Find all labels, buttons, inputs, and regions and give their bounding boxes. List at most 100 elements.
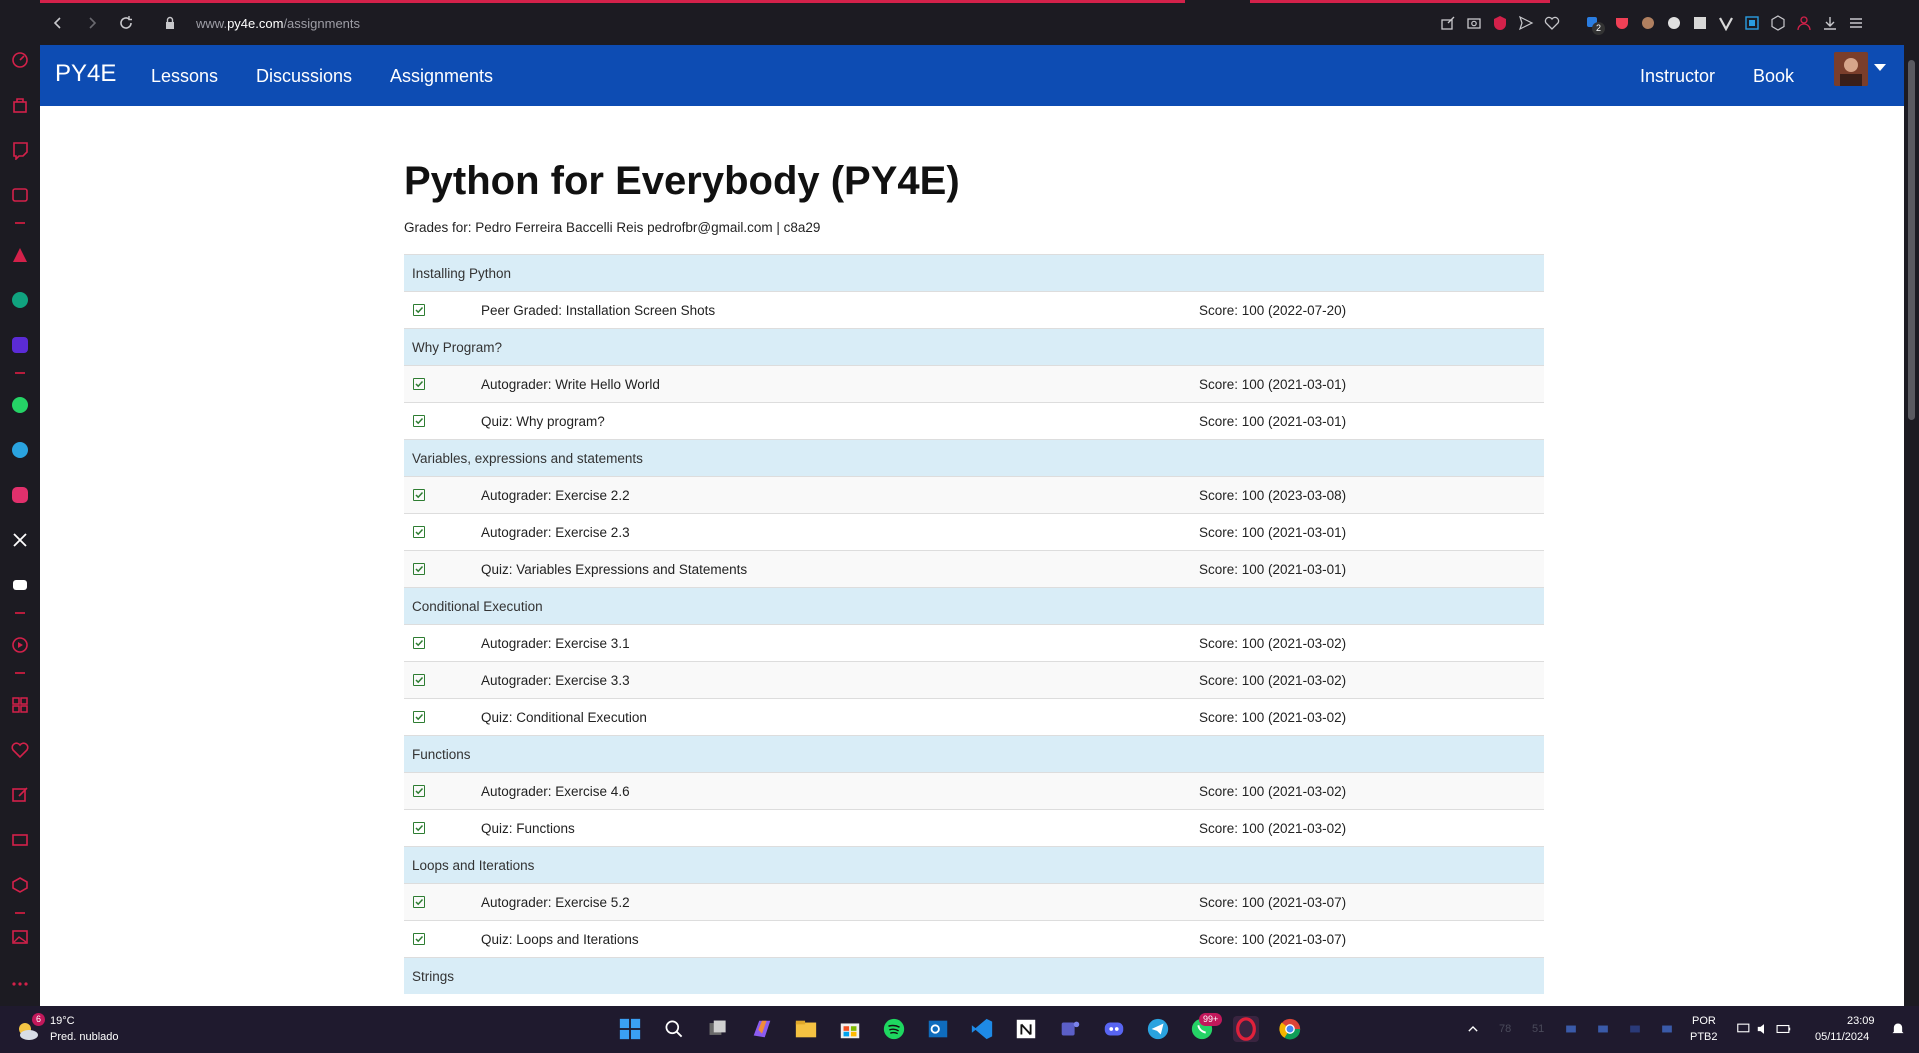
more-icon[interactable] [8,972,32,996]
assignment-title[interactable]: Peer Graded: Installation Screen Shots [481,303,715,318]
vivaldi-v-icon[interactable] [1717,14,1735,32]
pocket-icon[interactable] [1613,14,1631,32]
tray-app-icon[interactable] [1590,1016,1616,1042]
extension-face-icon[interactable] [1639,14,1657,32]
spotify-icon[interactable] [881,1016,907,1042]
cube-icon[interactable] [1769,14,1787,32]
nav-book[interactable]: Book [1753,66,1794,87]
clock-date[interactable]: 05/11/2024 [1815,1031,1869,1043]
copilot-icon[interactable] [749,1016,775,1042]
game-icon[interactable] [8,183,32,207]
address-bar[interactable]: www.py4e.com/assignments [196,16,360,31]
bookmark-heart-icon[interactable] [1543,14,1561,32]
image-icon[interactable] [8,925,32,949]
chevron-down-icon[interactable] [1874,64,1886,71]
vscode-icon[interactable] [969,1016,995,1042]
assignment-title[interactable]: Autograder: Exercise 3.1 [481,636,630,651]
telegram-icon[interactable] [1145,1016,1171,1042]
store-icon[interactable] [837,1016,863,1042]
workspaces-icon[interactable] [8,693,32,717]
windows-start-icon[interactable] [617,1016,643,1042]
file-explorer-icon[interactable] [793,1016,819,1042]
tray-app-1[interactable]: 78 [1499,1023,1511,1035]
browser-toolbar: www.py4e.com/assignments 2 [40,0,1919,45]
nav-instructor[interactable]: Instructor [1640,66,1715,87]
assignment-title[interactable]: Autograder: Exercise 3.3 [481,673,630,688]
opera-icon[interactable] [1233,1016,1259,1042]
keyboard-indicator[interactable]: PTB2 [1690,1031,1718,1043]
outlook-icon[interactable] [925,1016,951,1042]
lock-icon[interactable] [160,13,180,33]
tray-app-icon[interactable] [1622,1016,1648,1042]
task-view-icon[interactable] [705,1016,731,1042]
section-title: Why Program? [412,340,503,355]
nav-assignments[interactable]: Assignments [390,66,493,87]
player-icon[interactable] [8,633,32,657]
whatsapp-icon[interactable] [8,393,32,417]
assignment-score: Score: 100 (2021-03-02) [1199,821,1347,836]
screenshot-icon[interactable] [1743,14,1761,32]
discord-icon[interactable] [8,573,32,597]
assignment-title[interactable]: Autograder: Exercise 4.6 [481,784,630,799]
instagram-icon[interactable] [8,483,32,507]
discord-icon[interactable] [1101,1016,1127,1042]
shopping-bag-icon[interactable] [8,93,32,117]
speed-dial-icon[interactable] [8,48,32,72]
section-row: Conditional Execution [404,587,1544,624]
nav-lessons[interactable]: Lessons [151,66,218,87]
chatgpt-icon[interactable] [8,288,32,312]
nav-discussions[interactable]: Discussions [256,66,352,87]
tray-app-icon[interactable] [1558,1016,1584,1042]
cs-app-icon[interactable] [8,333,32,357]
assignment-title[interactable]: Autograder: Exercise 2.2 [481,488,630,503]
download-icon[interactable] [1821,14,1839,32]
battery-icon[interactable] [1771,1016,1797,1042]
extension-circle-icon[interactable] [1665,14,1683,32]
assignment-title[interactable]: Quiz: Loops and Iterations [481,932,639,947]
clock-time[interactable]: 23:09 [1847,1015,1875,1027]
assignment-title[interactable]: Autograder: Exercise 5.2 [481,895,630,910]
teams-icon[interactable] [1057,1016,1083,1042]
assignment-row: Quiz: Variables Expressions and Statemen… [404,550,1544,587]
section-row: Installing Python [404,254,1544,291]
forward-icon[interactable] [82,13,102,33]
assignment-title[interactable]: Quiz: Why program? [481,414,605,429]
telegram-icon[interactable] [8,438,32,462]
assignment-title[interactable]: Quiz: Conditional Execution [481,710,647,725]
assignment-title[interactable]: Autograder: Write Hello World [481,377,660,392]
assignment-title[interactable]: Quiz: Functions [481,821,575,836]
extensions-icon[interactable] [8,873,32,897]
x-icon[interactable] [8,528,32,552]
user-avatar[interactable] [1834,52,1868,86]
menu-icon[interactable] [1847,14,1865,32]
notion-icon[interactable] [1013,1016,1039,1042]
extension-square-icon[interactable] [1691,14,1709,32]
assignment-score: Score: 100 (2021-03-02) [1199,710,1347,725]
site-brand[interactable]: PY4E [55,60,116,88]
assignment-title[interactable]: Autograder: Exercise 2.3 [481,525,630,540]
pinboard-icon[interactable] [8,783,32,807]
assignment-title[interactable]: Quiz: Variables Expressions and Statemen… [481,562,747,577]
notification-bell-icon[interactable] [1885,1016,1911,1042]
reload-icon[interactable] [116,13,136,33]
tabs-icon[interactable] [8,828,32,852]
aria-icon[interactable] [8,243,32,267]
camera-icon[interactable] [1465,14,1483,32]
send-icon[interactable] [1517,14,1535,32]
section-title: Conditional Execution [412,599,543,614]
back-icon[interactable] [48,13,68,33]
profile-icon[interactable] [1795,14,1813,32]
share-icon[interactable] [1439,14,1457,32]
search-icon[interactable] [661,1016,687,1042]
heart-icon[interactable] [8,738,32,762]
chrome-icon[interactable] [1277,1016,1303,1042]
tray-app-2[interactable]: 51 [1532,1023,1544,1035]
language-indicator[interactable]: POR [1692,1015,1716,1027]
section-title: Installing Python [412,266,512,281]
extension-badge-icon[interactable]: 2 [1584,14,1606,35]
chevron-up-icon[interactable] [1460,1016,1486,1042]
tray-app-icon[interactable] [1654,1016,1680,1042]
adblock-icon[interactable] [1491,14,1509,32]
scrollbar-thumb[interactable] [1908,60,1915,420]
twitch-icon[interactable] [8,138,32,162]
